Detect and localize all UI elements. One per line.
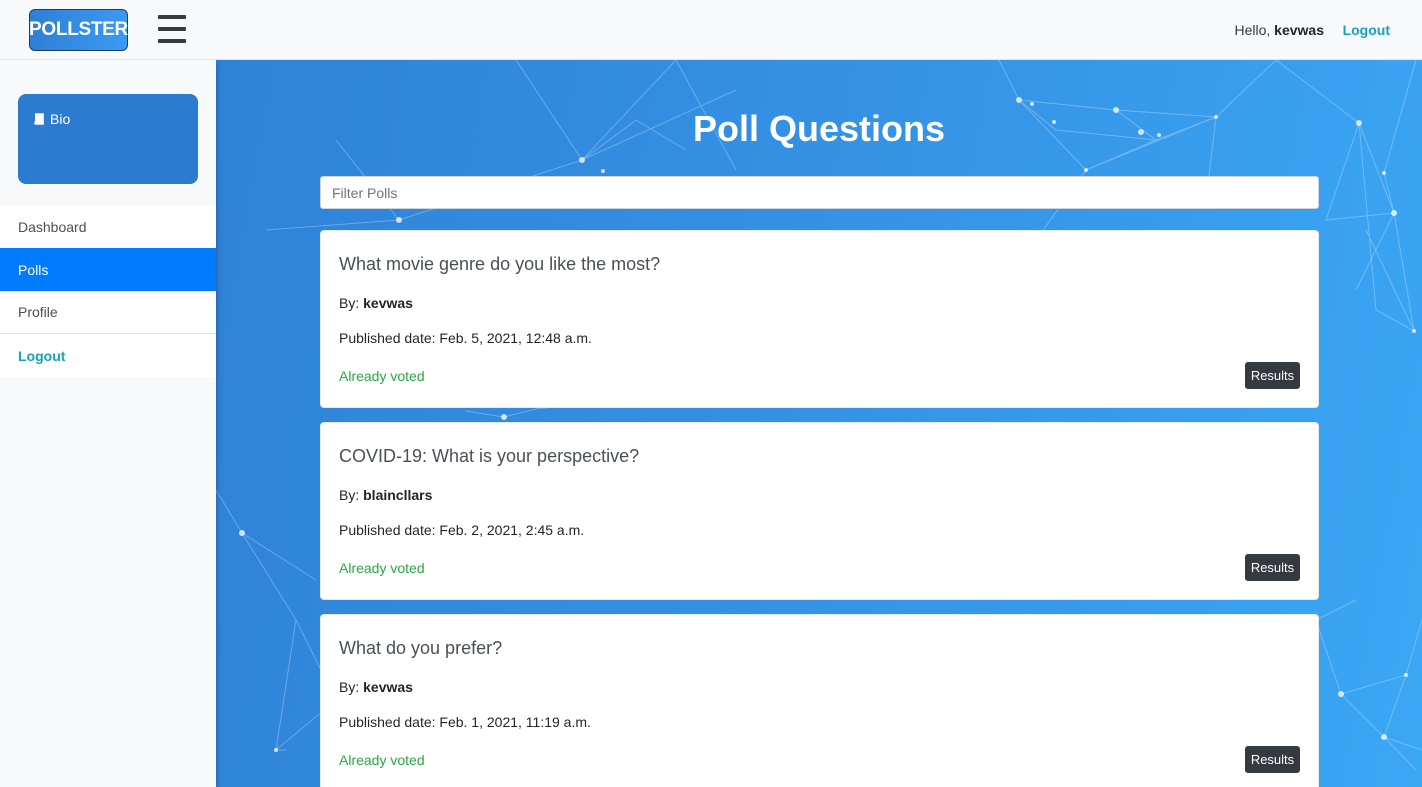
sidebar-item-logout[interactable]: Logout xyxy=(0,334,216,377)
sidebar-item-profile[interactable]: Profile xyxy=(0,291,216,334)
poll-question[interactable]: COVID-19: What is your perspective? xyxy=(339,446,639,467)
top-navbar: POLLSTER Hello, kevwas Logout xyxy=(0,0,1422,60)
results-button[interactable]: Results xyxy=(1245,746,1300,773)
poll-published-date: Published date: Feb. 1, 2021, 11:19 a.m. xyxy=(339,714,591,730)
poll-question[interactable]: What do you prefer? xyxy=(339,638,502,659)
poll-by-label: By: xyxy=(339,295,360,311)
poll-by-label: By: xyxy=(339,487,360,503)
page-title: Poll Questions xyxy=(692,108,946,149)
sidebar-item-polls[interactable]: Polls xyxy=(0,248,216,291)
poll-published-date: Published date: Feb. 5, 2021, 12:48 a.m. xyxy=(339,330,592,346)
brand-logo[interactable]: POLLSTER xyxy=(29,9,128,51)
filter-polls-input[interactable] xyxy=(320,176,1319,209)
poll-card: COVID-19: What is your perspective? By: … xyxy=(320,422,1319,600)
sidebar-menu: Dashboard Polls Profile Logout xyxy=(0,205,216,377)
poll-author-name: kevwas xyxy=(363,679,413,695)
poll-vote-status: Already voted xyxy=(339,368,425,384)
sidebar: Bio Dashboard Polls Profile Logout xyxy=(0,60,216,787)
poll-author-name: kevwas xyxy=(363,295,413,311)
poll-by-label: By: xyxy=(339,679,360,695)
results-button[interactable]: Results xyxy=(1245,554,1300,581)
hamburger-icon[interactable] xyxy=(158,15,186,45)
greeting-username: kevwas xyxy=(1274,22,1324,38)
poll-card: What movie genre do you like the most? B… xyxy=(320,230,1319,408)
sidebar-item-dashboard[interactable]: Dashboard xyxy=(0,205,216,248)
poll-author: By: kevwas xyxy=(339,679,413,695)
poll-vote-status: Already voted xyxy=(339,752,425,768)
poll-question[interactable]: What movie genre do you like the most? xyxy=(339,254,660,275)
poll-author-name: blaincllars xyxy=(363,487,433,503)
greeting-prefix: Hello, xyxy=(1234,22,1271,38)
poll-published-date: Published date: Feb. 2, 2021, 2:45 a.m. xyxy=(339,522,585,538)
poll-author: By: kevwas xyxy=(339,295,413,311)
results-button[interactable]: Results xyxy=(1245,362,1300,389)
bio-label: Bio xyxy=(50,111,71,127)
user-greeting: Hello, kevwas xyxy=(1234,22,1324,38)
header-logout-link[interactable]: Logout xyxy=(1343,22,1390,38)
poll-vote-status: Already voted xyxy=(339,560,425,576)
poll-author: By: blaincllars xyxy=(339,487,432,503)
main-content: Poll Questions What movie genre do you l… xyxy=(216,60,1422,787)
book-icon xyxy=(34,113,44,125)
poll-card: What do you prefer? By: kevwas Published… xyxy=(320,614,1319,787)
bio-link[interactable]: Bio xyxy=(33,111,70,127)
bio-card[interactable]: Bio xyxy=(18,94,198,184)
